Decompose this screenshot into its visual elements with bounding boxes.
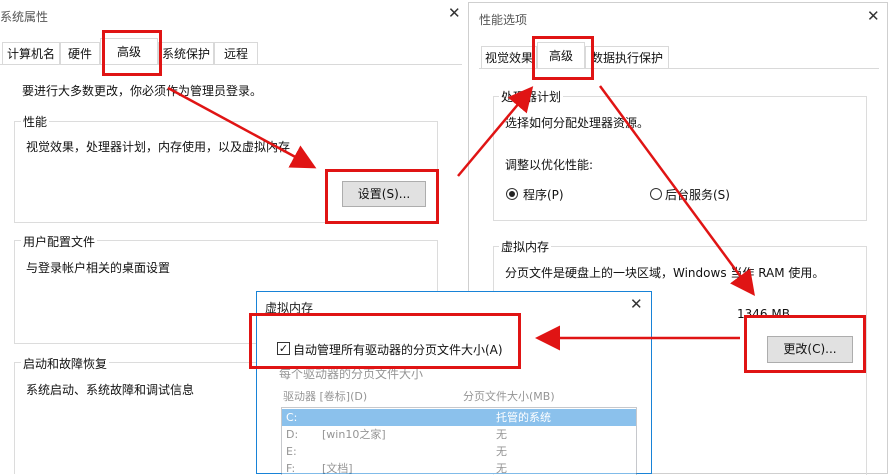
arrow-settings-to-perfopts <box>457 86 534 177</box>
annotation-arrows <box>167 85 755 351</box>
arrow-tab-to-change <box>598 85 755 297</box>
arrow-tab-to-settings <box>167 86 317 169</box>
